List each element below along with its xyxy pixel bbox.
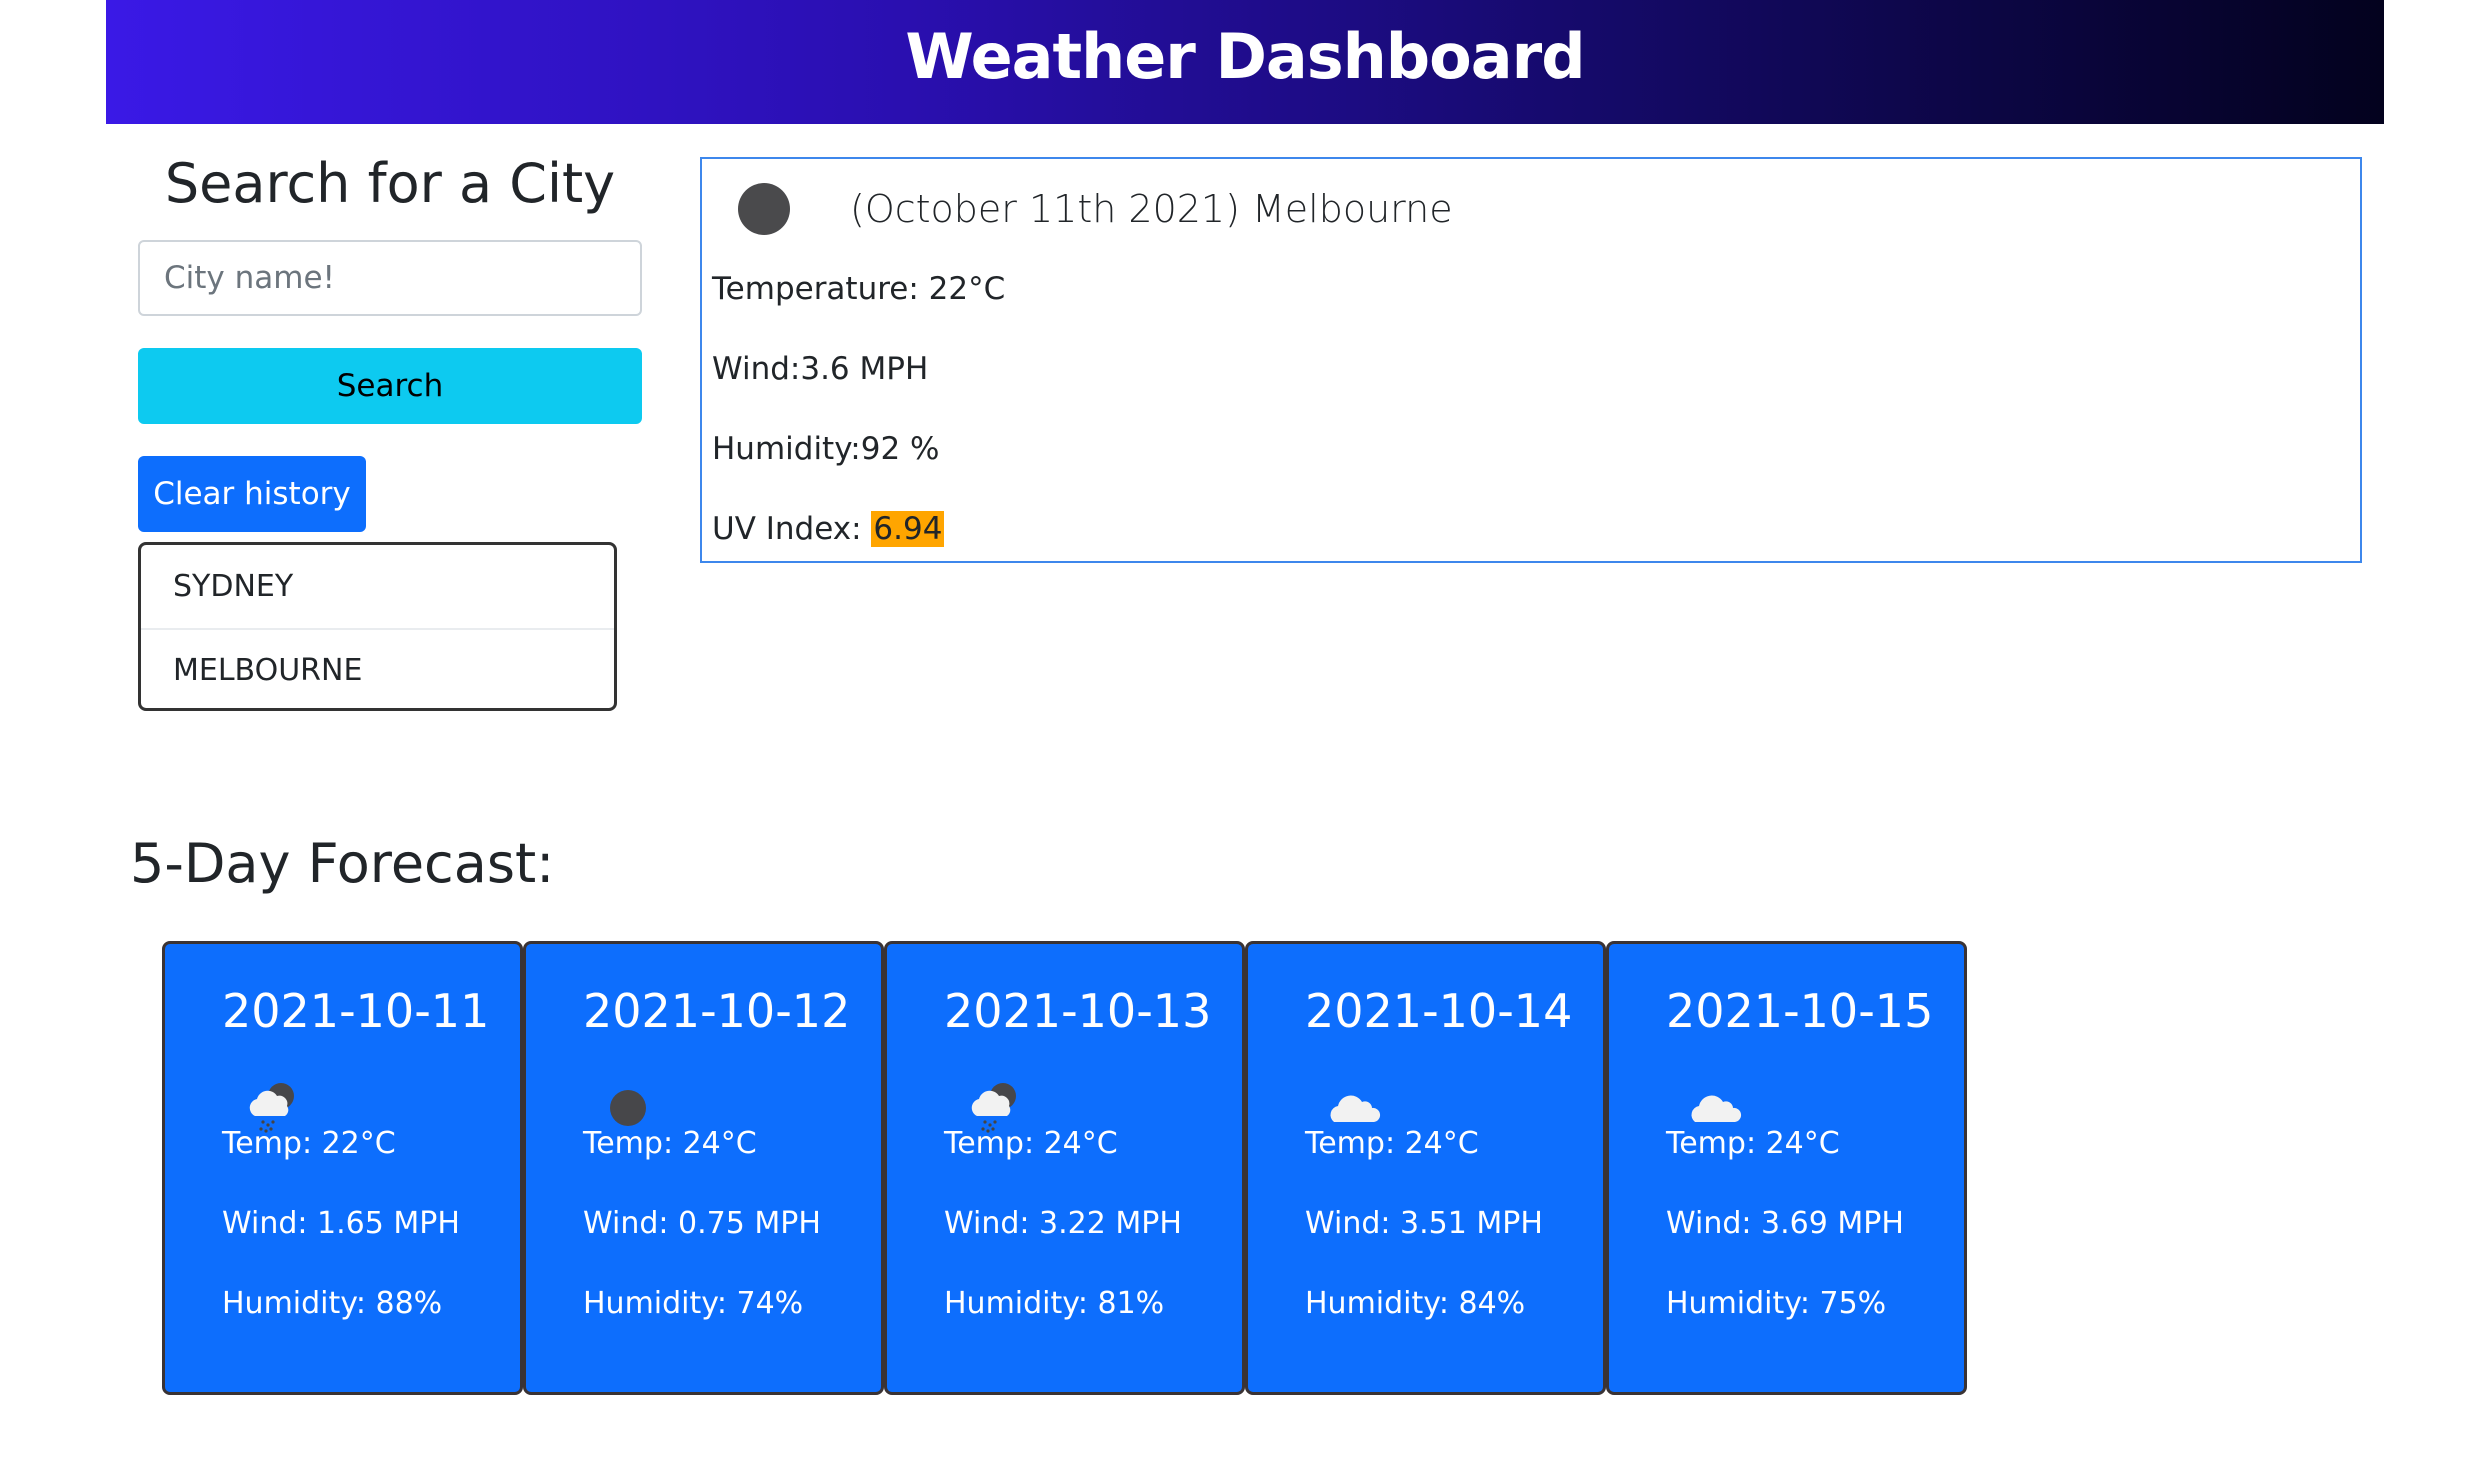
search-title: Search for a City [164,152,616,215]
forecast-humidity: Humidity: 84% [1305,1286,1526,1321]
current-humidity: Humidity:92 % [712,431,940,467]
current-wind: Wind:3.6 MPH [712,351,929,387]
forecast-card: 2021-10-15 Temp: 24°C Wind: 3.69 MPH Hum… [1606,941,1967,1395]
forecast-humidity: Humidity: 74% [583,1286,804,1321]
forecast-wind: Wind: 1.65 MPH [222,1206,460,1241]
forecast-card: 2021-10-11 Temp: 22°C Wind: 1.65 MPH Hum… [162,941,523,1395]
current-temperature: Temperature: 22°C [712,271,1006,307]
current-weather-header: (October 11th 2021) Melbourne [738,183,1453,235]
forecast-cards: 2021-10-11 Temp: 22°C Wind: 1.65 MPH Hum… [162,941,1967,1395]
forecast-wind: Wind: 3.69 MPH [1666,1206,1904,1241]
current-weather-card: (October 11th 2021) Melbourne Temperatur… [700,157,2362,563]
forecast-temp: Temp: 24°C [1305,1126,1479,1161]
forecast-date: 2021-10-14 [1305,984,1573,1038]
forecast-temp: Temp: 24°C [1666,1126,1840,1161]
forecast-temp: Temp: 24°C [944,1126,1118,1161]
forecast-wind: Wind: 3.51 MPH [1305,1206,1543,1241]
search-button[interactable]: Search [138,348,642,424]
clear-history-button[interactable]: Clear history [138,456,366,532]
forecast-date: 2021-10-11 [222,984,490,1038]
forecast-card: 2021-10-14 Temp: 24°C Wind: 3.51 MPH Hum… [1245,941,1606,1395]
app-header: Weather Dashboard [106,0,2384,124]
forecast-card: 2021-10-12 Temp: 24°C Wind: 0.75 MPH Hum… [523,941,884,1395]
forecast-humidity: Humidity: 81% [944,1286,1165,1321]
forecast-card: 2021-10-13 Temp: 24°C Wind: 3.22 MPH Hum… [884,941,1245,1395]
forecast-temp: Temp: 22°C [222,1126,396,1161]
history-item-sydney[interactable]: SYDNEY [141,545,614,628]
forecast-temp: Temp: 24°C [583,1126,757,1161]
search-history-list: SYDNEY MELBOURNE [138,542,617,711]
forecast-date: 2021-10-15 [1666,984,1934,1038]
city-search-input[interactable] [138,240,642,316]
forecast-date: 2021-10-12 [583,984,851,1038]
forecast-title: 5-Day Forecast: [130,832,555,895]
forecast-wind: Wind: 3.22 MPH [944,1206,1182,1241]
app-title: Weather Dashboard [905,19,1585,93]
current-uv-index: UV Index: 6.94 [712,511,945,547]
forecast-humidity: Humidity: 75% [1666,1286,1887,1321]
history-item-melbourne[interactable]: MELBOURNE [141,628,614,708]
moon-clear-icon [738,183,790,235]
uv-index-label: UV Index: [712,511,872,547]
forecast-date: 2021-10-13 [944,984,1212,1038]
forecast-humidity: Humidity: 88% [222,1286,443,1321]
uv-index-badge: 6.94 [871,511,945,547]
forecast-wind: Wind: 0.75 MPH [583,1206,821,1241]
current-weather-title: (October 11th 2021) Melbourne [850,187,1453,231]
